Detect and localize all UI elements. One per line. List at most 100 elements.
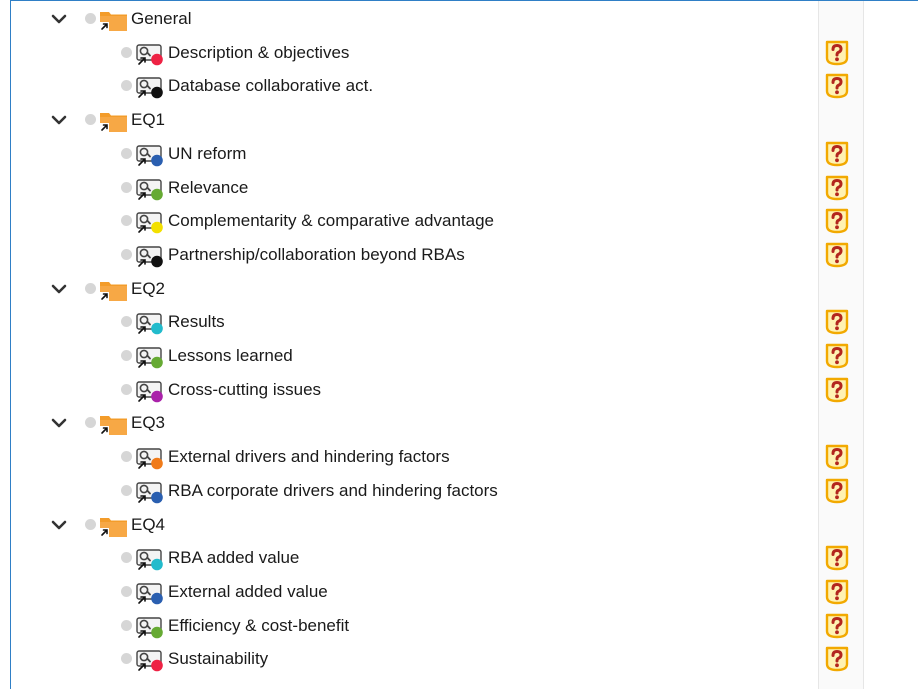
question-mark-icon[interactable] [824, 545, 850, 571]
status-dot-icon [85, 114, 96, 126]
code-icon [135, 615, 167, 639]
code-label: Results [168, 312, 225, 332]
code-icon [135, 648, 167, 672]
panel-top-border [10, 0, 918, 1]
status-dot-icon [85, 417, 96, 429]
code-icon [135, 311, 167, 335]
status-dot-icon [121, 383, 132, 395]
question-mark-icon[interactable] [824, 141, 850, 167]
code-icon [135, 379, 167, 403]
status-dot-icon [121, 215, 132, 227]
code-icon [135, 210, 167, 234]
status-dot-icon [121, 80, 132, 92]
chevron-down-icon[interactable] [50, 280, 68, 298]
code-row-rba-corporate-drivers-and-hindering-factors[interactable]: RBA corporate drivers and hindering fact… [11, 474, 918, 508]
question-mark-icon[interactable] [824, 478, 850, 504]
code-label: Complementarity & comparative advantage [168, 211, 494, 231]
code-label: Partnership/collaboration beyond RBAs [168, 244, 465, 264]
code-icon [135, 177, 167, 201]
code-row-lessons-learned[interactable]: Lessons learned [11, 339, 918, 373]
code-row-efficiency-and-cost-benefit[interactable]: Efficiency & cost-benefit [11, 609, 918, 643]
chevron-down-icon[interactable] [50, 516, 68, 534]
code-row-complementarity-and-comparative-advantage[interactable]: Complementarity & comparative advantage [11, 204, 918, 238]
question-mark-icon[interactable] [824, 613, 850, 639]
code-label: Efficiency & cost-benefit [168, 615, 350, 635]
code-row-cross-cutting-issues[interactable]: Cross-cutting issues [11, 373, 918, 407]
code-label: Description & objectives [168, 42, 350, 62]
code-icon [135, 244, 167, 268]
folder-icon [99, 8, 129, 32]
code-icon [135, 345, 167, 369]
folder-icon [99, 109, 129, 133]
code-label: Cross-cutting issues [168, 379, 322, 399]
code-label: RBA added value [168, 548, 300, 568]
code-row-results[interactable]: Results [11, 305, 918, 339]
folder-icon [99, 514, 129, 538]
folder-label: EQ4 [131, 514, 166, 534]
folder-row-eq1[interactable]: EQ1 [11, 103, 918, 137]
question-mark-icon[interactable] [824, 208, 850, 234]
status-dot-icon [121, 181, 132, 193]
code-icon [135, 480, 167, 504]
code-tree-panel: General Description & objectives Database … [0, 0, 918, 689]
folder-label: EQ3 [131, 413, 166, 433]
code-row-sustainability[interactable]: Sustainability [11, 642, 918, 676]
question-mark-icon[interactable] [824, 646, 850, 672]
status-dot-icon [121, 147, 132, 159]
question-mark-icon[interactable] [824, 343, 850, 369]
folder-row-eq4[interactable]: EQ4 [11, 508, 918, 542]
code-label: Sustainability [168, 649, 269, 669]
status-dot-icon [85, 518, 96, 530]
code-row-relevance[interactable]: Relevance [11, 171, 918, 205]
code-row-description-and-objectives[interactable]: Description & objectives [11, 36, 918, 70]
question-mark-icon[interactable] [824, 40, 850, 66]
question-mark-icon[interactable] [824, 73, 850, 99]
code-row-external-drivers-and-hindering-factors[interactable]: External drivers and hindering factors [11, 440, 918, 474]
question-mark-icon[interactable] [824, 377, 850, 403]
code-row-partnership-collaboration-beyond-rbas[interactable]: Partnership/collaboration beyond RBAs [11, 238, 918, 272]
code-row-un-reform[interactable]: UN reform [11, 137, 918, 171]
chevron-down-icon[interactable] [50, 10, 68, 28]
question-mark-icon[interactable] [824, 175, 850, 201]
folder-label: EQ2 [131, 278, 166, 298]
code-label: External drivers and hindering factors [168, 447, 450, 467]
status-dot-icon [121, 46, 132, 58]
folder-icon [99, 412, 129, 436]
question-mark-icon[interactable] [824, 444, 850, 470]
code-label: Database collaborative act. [168, 76, 374, 96]
code-icon [135, 581, 167, 605]
code-icon [135, 547, 167, 571]
folder-row-general[interactable]: General [11, 2, 918, 36]
status-dot-icon [121, 653, 132, 665]
question-mark-icon[interactable] [824, 242, 850, 268]
status-dot-icon [121, 316, 132, 328]
code-row-external-added-value[interactable]: External added value [11, 575, 918, 609]
code-label: Lessons learned [168, 346, 293, 365]
status-dot-icon [85, 282, 96, 294]
status-dot-icon [121, 552, 132, 564]
code-icon [135, 75, 167, 99]
question-mark-icon[interactable] [824, 579, 850, 605]
status-dot-icon [121, 484, 132, 496]
folder-label: General [131, 9, 192, 28]
code-icon [135, 143, 167, 167]
code-icon [135, 446, 167, 470]
folder-icon [99, 278, 129, 302]
code-label: Relevance [168, 177, 249, 197]
status-dot-icon [121, 585, 132, 597]
status-dot-icon [85, 13, 96, 24]
question-mark-icon[interactable] [824, 309, 850, 335]
chevron-down-icon[interactable] [50, 414, 68, 432]
status-dot-icon [121, 451, 132, 463]
folder-row-eq2[interactable]: EQ2 [11, 272, 918, 306]
code-row-database-collaborative-act[interactable]: Database collaborative act. [11, 69, 918, 103]
status-dot-icon [121, 619, 132, 631]
folder-label: EQ1 [131, 110, 166, 130]
status-dot-icon [121, 350, 132, 361]
chevron-down-icon[interactable] [50, 111, 68, 129]
code-icon [135, 42, 167, 66]
code-row-rba-added-value[interactable]: RBA added value [11, 541, 918, 575]
code-label: RBA corporate drivers and hindering fact… [168, 480, 498, 500]
code-label: External added value [168, 581, 328, 601]
folder-row-eq3[interactable]: EQ3 [11, 406, 918, 440]
